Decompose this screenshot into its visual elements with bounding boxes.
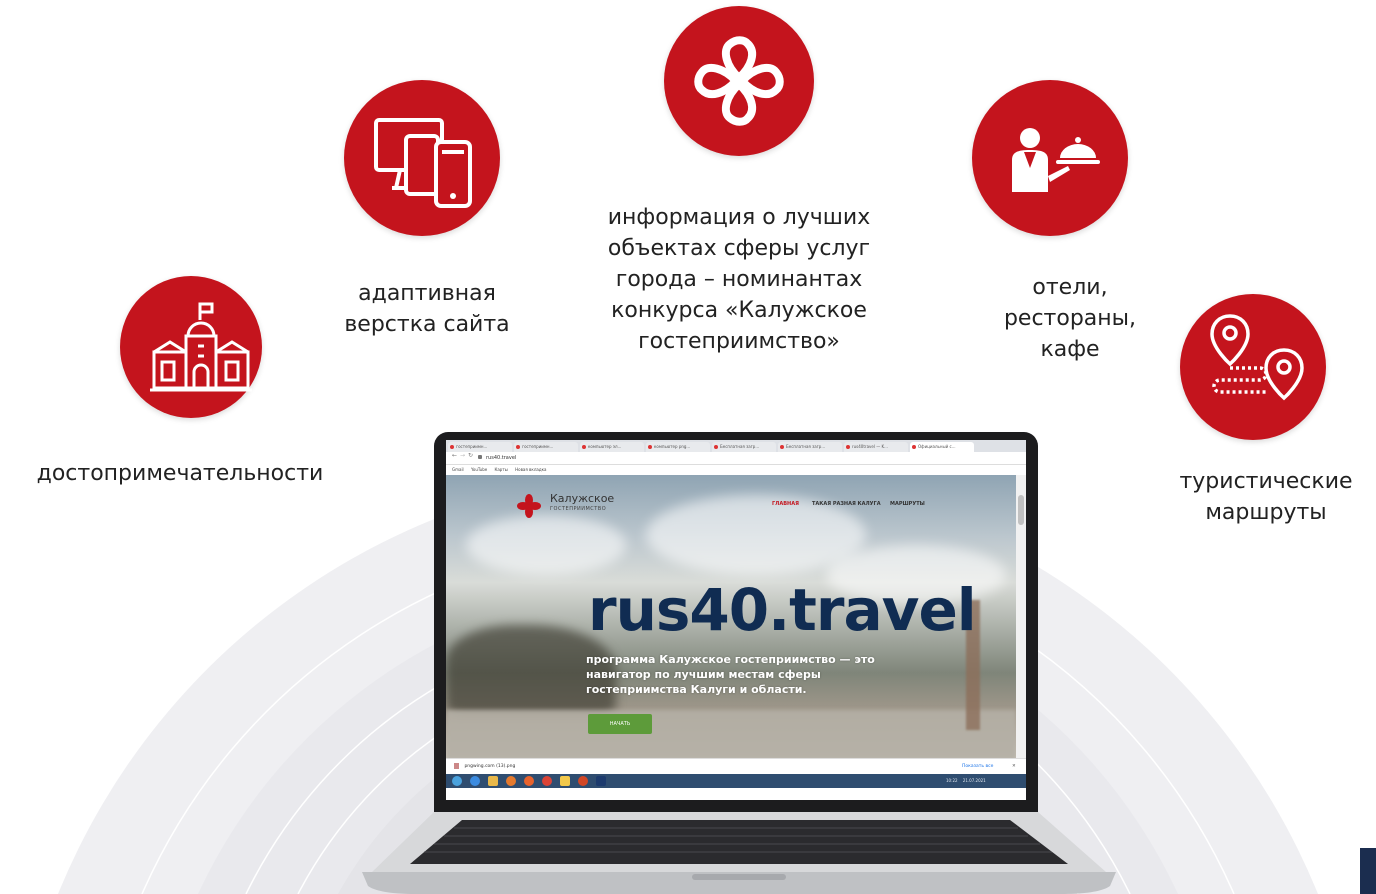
close-icon[interactable]: ✕ [1012,759,1016,775]
hero-text-line: навигатор по лучшим местам сферы [586,668,821,681]
icon-circle-logo [664,6,814,156]
icon-circle-hotels [972,80,1128,236]
slide: достопримечательности адаптивная верстка… [0,0,1376,894]
scroll-thumb[interactable] [1018,495,1024,525]
show-all-link[interactable]: Показать все [962,759,993,775]
icon-circle-routes [1180,294,1326,440]
devices-icon [374,118,472,208]
bookmark[interactable]: Gmail [452,467,464,472]
site-nav-kaluga[interactable]: ТАКАЯ РАЗНАЯ КАЛУГА [812,501,881,507]
laptop-base [362,812,1116,894]
ground-blur [446,710,1016,758]
waiter-cloche-icon [1012,128,1100,192]
ie-icon[interactable] [470,776,480,786]
download-bar: pngwing.com (13).png Показать все ✕ [446,758,1026,775]
folder-icon[interactable] [560,776,570,786]
explorer-icon[interactable] [488,776,498,786]
media-icon[interactable] [506,776,516,786]
file-icon [454,762,459,769]
feature-label-info: информация о лучших объектах сферы услуг… [607,205,871,354]
bookmark[interactable]: Карты [495,467,508,472]
powerpoint-icon[interactable] [578,776,588,786]
route-pins-icon [1210,314,1304,401]
flower-logo-icon [694,36,784,126]
icon-circle-devices [344,80,500,236]
back-icon[interactable]: ← [452,452,457,459]
hero-text-line: программа Калужское гостеприимство — это [586,653,875,666]
browser-tabbar: гостеприимн... гостеприимн... компьютер … [446,440,1026,452]
site-logo-title[interactable]: Калужское [550,493,614,505]
laptop: гостеприимн... гостеприимн... компьютер … [362,430,1116,894]
browser-tab[interactable]: компьютер эл... [580,442,644,452]
photoshop-icon[interactable] [596,776,606,786]
browser-tab[interactable]: компьютер png... [646,442,710,452]
site-logo-icon[interactable] [516,493,542,519]
forward-icon[interactable]: → [460,452,465,459]
icon-circle-sights [120,276,262,418]
browser-tab[interactable]: Бесплатная загр... [778,442,842,452]
feature-label-adaptive: адаптивная верстка сайта [344,281,510,337]
corner-mark [1360,848,1376,894]
browser-tab[interactable]: rus40travel — K... [844,442,908,452]
cloud-blur [466,515,626,575]
building-icon [150,302,252,392]
reload-icon[interactable]: ↻ [468,452,473,459]
laptop-screen: гостеприимн... гостеприимн... компьютер … [446,440,1026,800]
keyboard [410,820,1068,864]
browser-tab-active[interactable]: Официальный с... [910,442,974,452]
firefox-icon[interactable] [524,776,534,786]
laptop-notch [692,874,786,880]
browser-address-bar[interactable]: ← → ↻ rus40.travel [446,452,1026,465]
feature-label-routes: туристические маршруты [1179,469,1353,525]
tray-time: 10:22 [946,778,958,783]
feature-label-hotels: отели, рестораны, кафе [1003,275,1137,362]
site-scrollbar[interactable] [1016,475,1026,758]
feature-label-sights: достопримечательности [36,461,324,486]
os-taskbar: 10:22 21.07.2021 [446,774,1026,788]
bookmark[interactable]: YouTube [471,467,487,472]
site-nav-routes[interactable]: МАРШРУТЫ [890,501,925,507]
system-tray: 10:22 21.07.2021 [946,774,986,788]
start-orb-icon[interactable] [452,776,462,786]
browser-tab[interactable]: гостеприимн... [514,442,578,452]
tray-date: 21.07.2021 [962,778,986,783]
bookmarks-bar: Gmail YouTube Карты Новая вкладка [446,465,1026,475]
site-nav-main[interactable]: ГЛАВНАЯ [772,501,799,507]
domain-title: rus40.travel [588,576,977,644]
browser-url[interactable]: rus40.travel [486,453,516,463]
hero-text-line: гостеприимства Калуги и области. [586,683,807,696]
browser-tab[interactable]: гостеприимн... [448,442,512,452]
bookmark[interactable]: Новая вкладка [515,467,546,472]
lock-icon [478,455,482,459]
site-logo-subtitle: ГОСТЕПРИИМСТВО [550,506,607,512]
chrome-icon[interactable] [542,776,552,786]
start-button[interactable]: НАЧАТЬ [588,714,652,734]
browser-tab[interactable]: Бесплатная загр... [712,442,776,452]
download-file[interactable]: pngwing.com (13).png [464,764,515,769]
